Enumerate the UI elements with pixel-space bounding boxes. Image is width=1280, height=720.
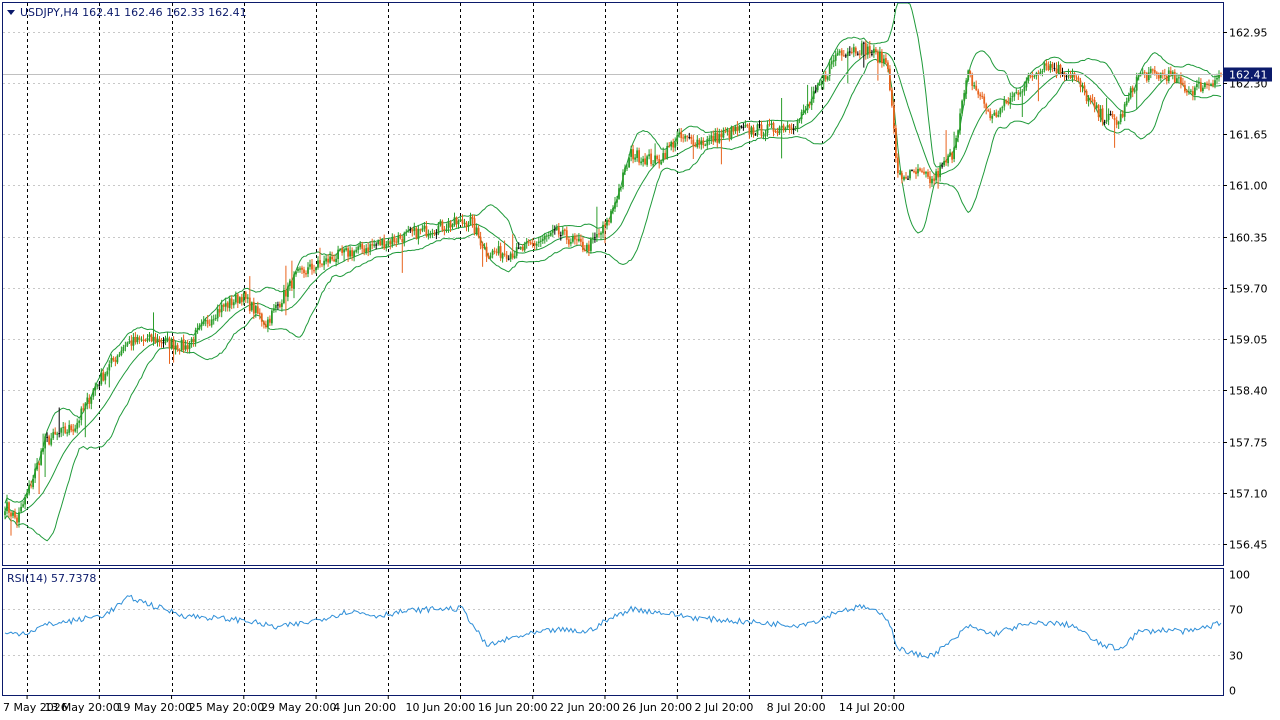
- x-tick-label: 10 Jun 20:00: [405, 701, 475, 714]
- x-tick-label: 25 May 20:00: [189, 701, 264, 714]
- candle: [967, 69, 970, 82]
- chart-background: [0, 0, 1280, 720]
- symbol-header: USDJPY,H4 162.41 162.46 162.33 162.41: [20, 6, 247, 19]
- y-tick-label: 159.05: [1229, 334, 1268, 347]
- candle: [250, 301, 253, 312]
- rsi-level-label: 70: [1229, 604, 1243, 617]
- y-tick-label: 157.75: [1229, 437, 1268, 450]
- candle: [730, 125, 733, 141]
- x-tick-label: 8 Jul 20:00: [767, 701, 826, 714]
- x-tick-label: 13 May 20:00: [44, 701, 119, 714]
- y-tick-label: 156.45: [1229, 539, 1268, 552]
- y-tick-label: 158.40: [1229, 385, 1268, 398]
- rsi-header: RSI(14) 57.7378: [7, 572, 96, 585]
- trading-chart[interactable]: 156.45 157.10 157.75 158.40 159.05 159.70 160.…: [0, 0, 1280, 720]
- y-tick-label: 161.00: [1229, 180, 1268, 193]
- y-tick-label: 159.70: [1229, 283, 1268, 296]
- x-tick-label: 19 May 20:00: [117, 701, 192, 714]
- y-tick-label: 157.10: [1229, 488, 1268, 501]
- current-price-label: 162.41: [1229, 69, 1268, 82]
- x-tick-label: 14 Jul 20:00: [839, 701, 905, 714]
- rsi-level-label: 30: [1229, 650, 1243, 663]
- x-tick-label: 22 Jun 20:00: [550, 701, 620, 714]
- candle: [895, 125, 897, 163]
- candle: [891, 87, 893, 108]
- rsi-level-label: 0: [1229, 685, 1236, 698]
- y-tick-label: 162.95: [1229, 27, 1268, 40]
- candle: [415, 226, 418, 240]
- rsi-level-label: 100: [1229, 569, 1250, 582]
- candle: [889, 65, 891, 92]
- candle: [271, 309, 273, 326]
- x-tick-label: 16 Jun 20:00: [478, 701, 548, 714]
- candle: [610, 209, 612, 224]
- y-tick-label: 161.65: [1229, 129, 1268, 142]
- candle: [238, 296, 241, 304]
- x-tick-label: 2 Jul 20:00: [694, 701, 753, 714]
- x-tick-label: 4 Jun 20:00: [333, 701, 396, 714]
- x-tick-label: 29 May 20:00: [261, 701, 336, 714]
- x-tick-label: 26 Jun 20:00: [622, 701, 692, 714]
- candle: [150, 333, 153, 343]
- current-price-tag: 162.41: [1224, 67, 1272, 82]
- y-tick-label: 160.35: [1229, 232, 1268, 245]
